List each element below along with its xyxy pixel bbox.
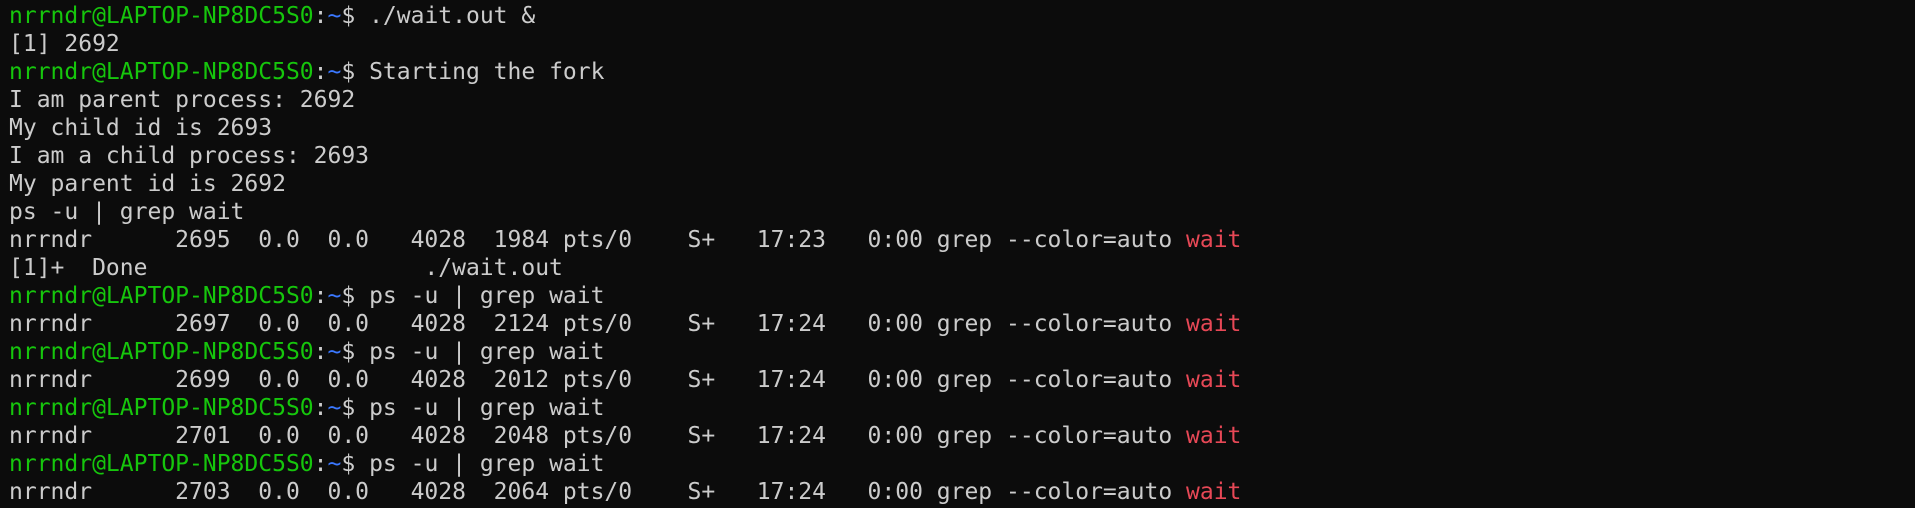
prompt-path: ~	[327, 339, 342, 365]
prompt-separator: :	[313, 451, 328, 477]
ps-output-text: nrrndr 2697 0.0 0.0 4028 2124 pts/0 S+ 1…	[9, 311, 1187, 337]
ps-output-line: nrrndr 2699 0.0 0.0 4028 2012 pts/0 S+ 1…	[9, 366, 1915, 394]
output-text: [1]+ Done ./wait.out	[9, 255, 563, 281]
output-text: My child id is 2693	[9, 115, 273, 141]
output-line: My parent id is 2692	[9, 170, 1915, 198]
output-text: My parent id is 2692	[9, 171, 286, 197]
prompt-separator: :	[313, 395, 328, 421]
grep-match-highlight: wait	[1186, 479, 1242, 505]
prompt-line: nrrndr@LAPTOP-NP8DC5S0:~$ ps -u | grep w…	[9, 450, 1915, 478]
prompt-command: ps -u | grep wait	[369, 339, 605, 365]
prompt-symbol: $	[341, 339, 370, 365]
grep-match-highlight: wait	[1186, 367, 1242, 393]
prompt-separator: :	[313, 59, 328, 85]
ps-output-line: nrrndr 2695 0.0 0.0 4028 1984 pts/0 S+ 1…	[9, 226, 1915, 254]
prompt-user-host: nrrndr@LAPTOP-NP8DC5S0	[9, 339, 314, 365]
ps-output-text: nrrndr 2703 0.0 0.0 4028 2064 pts/0 S+ 1…	[9, 479, 1187, 505]
output-line: I am parent process: 2692	[9, 86, 1915, 114]
prompt-path: ~	[327, 395, 342, 421]
prompt-symbol: $	[341, 3, 370, 29]
prompt-command: ps -u | grep wait	[369, 451, 605, 477]
prompt-user-host: nrrndr@LAPTOP-NP8DC5S0	[9, 283, 314, 309]
prompt-symbol: $	[341, 451, 370, 477]
grep-match-highlight: wait	[1186, 423, 1242, 449]
prompt-user-host: nrrndr@LAPTOP-NP8DC5S0	[9, 451, 314, 477]
prompt-path: ~	[327, 451, 342, 477]
ps-output-text: nrrndr 2701 0.0 0.0 4028 2048 pts/0 S+ 1…	[9, 423, 1187, 449]
output-line: [1]+ Done ./wait.out	[9, 254, 1915, 282]
prompt-command: ps -u | grep wait	[369, 283, 605, 309]
prompt-command: Starting the fork	[369, 59, 605, 85]
prompt-path: ~	[327, 283, 342, 309]
output-line: ps -u | grep wait	[9, 198, 1915, 226]
ps-output-text: nrrndr 2695 0.0 0.0 4028 1984 pts/0 S+ 1…	[9, 227, 1187, 253]
prompt-line: nrrndr@LAPTOP-NP8DC5S0:~$ ps -u | grep w…	[9, 394, 1915, 422]
prompt-user-host: nrrndr@LAPTOP-NP8DC5S0	[9, 395, 314, 421]
grep-match-highlight: wait	[1186, 311, 1242, 337]
prompt-line: nrrndr@LAPTOP-NP8DC5S0:~$ ps -u | grep w…	[9, 282, 1915, 310]
output-text: I am a child process: 2693	[9, 143, 370, 169]
grep-match-highlight: wait	[1186, 227, 1242, 253]
prompt-separator: :	[313, 3, 328, 29]
output-line: [1] 2692	[9, 30, 1915, 58]
ps-output-line: nrrndr 2703 0.0 0.0 4028 2064 pts/0 S+ 1…	[9, 478, 1915, 506]
prompt-command: ps -u | grep wait	[369, 395, 605, 421]
ps-output-line: nrrndr 2697 0.0 0.0 4028 2124 pts/0 S+ 1…	[9, 310, 1915, 338]
prompt-symbol: $	[341, 283, 370, 309]
output-text: [1] 2692	[9, 31, 120, 57]
ps-output-text: nrrndr 2699 0.0 0.0 4028 2012 pts/0 S+ 1…	[9, 367, 1187, 393]
terminal-window[interactable]: nrrndr@LAPTOP-NP8DC5S0:~$ ./wait.out & [1…	[0, 0, 1915, 508]
prompt-user-host: nrrndr@LAPTOP-NP8DC5S0	[9, 59, 314, 85]
prompt-symbol: $	[341, 59, 370, 85]
output-text: I am parent process: 2692	[9, 87, 356, 113]
ps-output-line: nrrndr 2701 0.0 0.0 4028 2048 pts/0 S+ 1…	[9, 422, 1915, 450]
output-line: My child id is 2693	[9, 114, 1915, 142]
prompt-symbol: $	[341, 395, 370, 421]
prompt-line: nrrndr@LAPTOP-NP8DC5S0:~$ ps -u | grep w…	[9, 338, 1915, 366]
prompt-line: nrrndr@LAPTOP-NP8DC5S0:~$ ./wait.out &	[9, 2, 1915, 30]
prompt-path: ~	[327, 59, 342, 85]
prompt-command: ./wait.out &	[369, 3, 536, 29]
prompt-path: ~	[327, 3, 342, 29]
output-text: ps -u | grep wait	[9, 199, 245, 225]
prompt-separator: :	[313, 283, 328, 309]
prompt-line: nrrndr@LAPTOP-NP8DC5S0:~$ Starting the f…	[9, 58, 1915, 86]
prompt-separator: :	[313, 339, 328, 365]
prompt-user-host: nrrndr@LAPTOP-NP8DC5S0	[9, 3, 314, 29]
output-line: I am a child process: 2693	[9, 142, 1915, 170]
